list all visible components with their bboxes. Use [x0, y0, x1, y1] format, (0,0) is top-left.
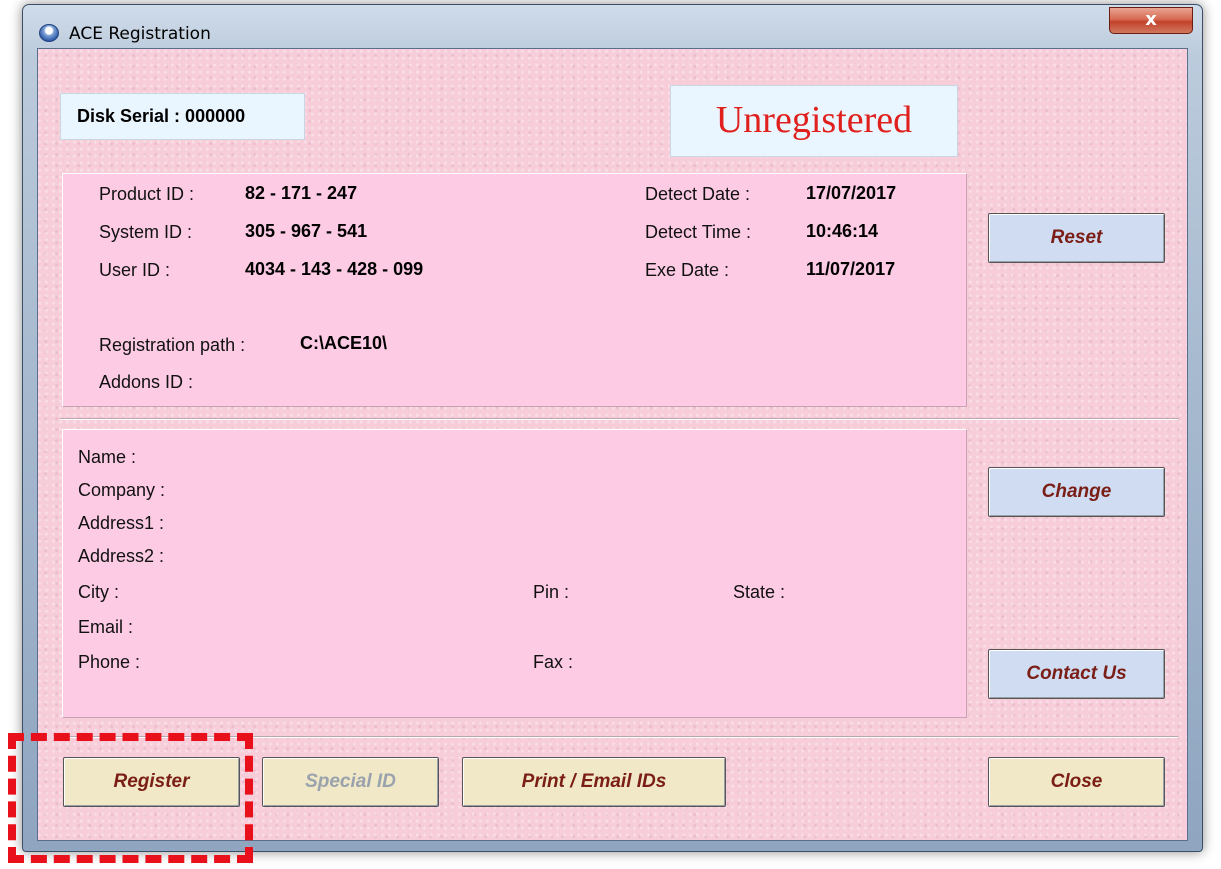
dialog-body: Disk Serial : 000000 Unregistered Produc…	[37, 48, 1188, 841]
user-id-label: User ID :	[99, 260, 171, 280]
exe-date-label: Exe Date :	[645, 260, 730, 280]
reset-button[interactable]: Reset	[988, 213, 1165, 263]
detect-date-label: Detect Date :	[645, 184, 751, 204]
detect-time-label: Detect Time :	[645, 222, 752, 242]
phone-label: Phone :	[78, 652, 141, 672]
addons-id-label: Addons ID :	[99, 372, 194, 392]
exe-date-value: 11/07/2017	[806, 259, 896, 279]
email-label: Email :	[78, 617, 134, 637]
user-id-value: 4034 - 143 - 428 - 099	[245, 259, 424, 279]
system-id-label: System ID :	[99, 222, 193, 242]
window-close-button[interactable]: x	[1109, 7, 1193, 34]
address1-label: Address1 :	[78, 513, 165, 533]
disk-serial-label: Disk Serial : 000000	[60, 93, 305, 140]
special-id-button: Special ID	[262, 757, 439, 807]
id-info-panel: Product ID : 82 - 171 - 247 System ID : …	[62, 173, 967, 407]
app-logo-icon	[39, 24, 59, 42]
state-label: State :	[733, 582, 786, 602]
pin-label: Pin :	[533, 582, 570, 602]
title-bar[interactable]: ACE Registration x	[23, 5, 1202, 47]
system-id-value: 305 - 967 - 541	[245, 221, 368, 241]
address2-label: Address2 :	[78, 546, 165, 566]
registration-path-value: C:\ACE10\	[300, 333, 388, 353]
detect-time-value: 10:46:14	[806, 221, 879, 241]
product-id-value: 82 - 171 - 247	[245, 183, 358, 203]
fax-label: Fax :	[533, 652, 574, 672]
contact-info-panel: Name : Company : Address1 : Address2 : C…	[62, 429, 967, 718]
contact-us-button[interactable]: Contact Us	[988, 649, 1165, 699]
detect-date-value: 17/07/2017	[806, 183, 897, 203]
divider-top	[60, 418, 1178, 420]
registration-window: ACE Registration x Disk Serial : 000000 …	[22, 4, 1203, 852]
product-id-label: Product ID :	[99, 184, 195, 204]
registration-path-label: Registration path :	[99, 335, 246, 355]
company-label: Company :	[78, 480, 166, 500]
name-label: Name :	[78, 447, 137, 467]
city-label: City :	[78, 582, 120, 602]
register-highlight-box	[8, 733, 253, 863]
print-email-ids-button[interactable]: Print / Email IDs	[462, 757, 726, 807]
registration-status: Unregistered	[670, 85, 958, 157]
close-button[interactable]: Close	[988, 757, 1165, 807]
change-button[interactable]: Change	[988, 467, 1165, 517]
window-title: ACE Registration	[69, 24, 211, 44]
